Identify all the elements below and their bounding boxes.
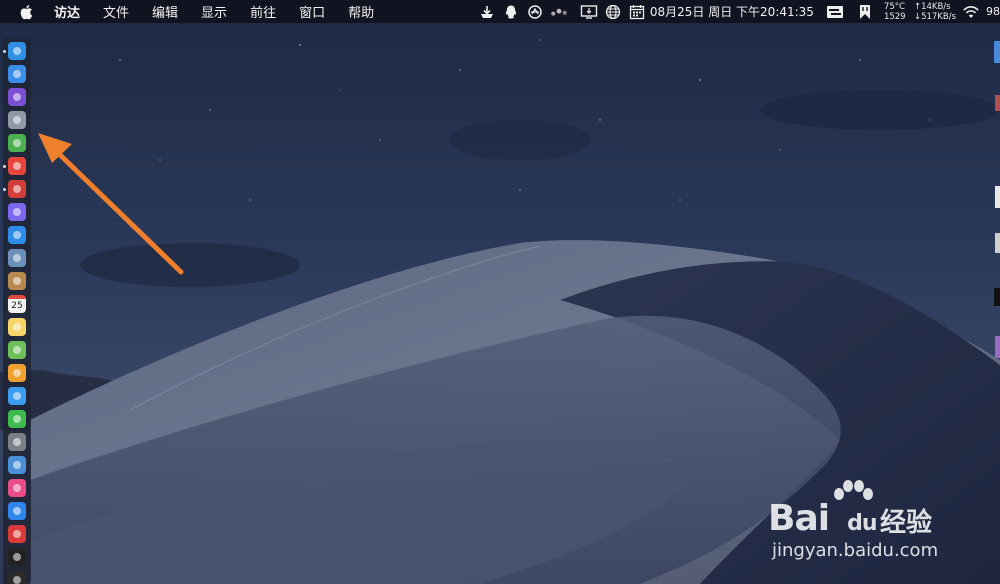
watermark-brand: Bai du bbox=[768, 498, 878, 539]
notes-icon[interactable] bbox=[8, 318, 26, 336]
app-store-icon[interactable] bbox=[8, 65, 26, 83]
running-indicator bbox=[3, 188, 6, 191]
download-speed: ↓517KB/s bbox=[913, 11, 956, 22]
dock: 25 bbox=[3, 38, 31, 584]
messages-icon-glyph bbox=[13, 392, 21, 400]
photos-icon-glyph bbox=[13, 369, 21, 377]
wifi-icon[interactable] bbox=[962, 3, 980, 21]
menu-view[interactable]: 显示 bbox=[201, 2, 227, 21]
system-preferences-icon-glyph bbox=[13, 438, 21, 446]
finder-icon[interactable] bbox=[8, 42, 26, 60]
sync-icon[interactable] bbox=[526, 3, 544, 21]
terminal-icon[interactable] bbox=[8, 548, 26, 566]
maps-icon-glyph bbox=[13, 346, 21, 354]
qq-icon[interactable] bbox=[502, 3, 520, 21]
watermark-brand-bai: Bai bbox=[768, 498, 830, 539]
keynote-icon[interactable] bbox=[8, 456, 26, 474]
fan-speed: 1529 bbox=[883, 11, 906, 22]
running-indicator bbox=[3, 50, 6, 53]
messages-icon[interactable] bbox=[8, 387, 26, 405]
siri-icon[interactable] bbox=[8, 88, 26, 106]
terminal-icon-glyph bbox=[13, 553, 21, 561]
itunes-icon-glyph bbox=[13, 484, 21, 492]
upload-speed: ↑14KB/s bbox=[913, 1, 951, 12]
dots-icon[interactable] bbox=[550, 3, 568, 21]
battery-percent[interactable]: 98 bbox=[986, 5, 1000, 18]
photos-icon[interactable] bbox=[8, 364, 26, 382]
notes-icon-glyph bbox=[13, 323, 21, 331]
menu-edit[interactable]: 编辑 bbox=[152, 2, 178, 21]
system-preferences-icon[interactable] bbox=[8, 433, 26, 451]
app-store-icon-glyph bbox=[13, 70, 21, 78]
calendar-icon[interactable]: 25 bbox=[8, 295, 26, 313]
menu-app-name[interactable]: 访达 bbox=[54, 2, 80, 21]
notification-icon[interactable] bbox=[580, 3, 598, 21]
download-icon[interactable] bbox=[478, 3, 496, 21]
tower-icon-glyph bbox=[13, 185, 21, 193]
vivaldi-icon-glyph bbox=[13, 530, 21, 538]
globe-icon[interactable] bbox=[604, 3, 622, 21]
watermark-cn: 经验 bbox=[880, 508, 933, 538]
watermark-url: jingyan.baidu.com bbox=[772, 540, 939, 561]
calculator-icon-glyph bbox=[13, 208, 21, 216]
facetime-icon[interactable] bbox=[8, 410, 26, 428]
maps-icon[interactable] bbox=[8, 341, 26, 359]
chrome-icon[interactable] bbox=[8, 157, 26, 175]
tower-icon[interactable] bbox=[8, 180, 26, 198]
activity-monitor-icon[interactable] bbox=[8, 571, 26, 584]
keynote-icon-glyph bbox=[13, 461, 21, 469]
calendar-date-label: 25 bbox=[11, 301, 23, 311]
app-store-icon-2-glyph bbox=[13, 507, 21, 515]
android-studio-icon-glyph bbox=[13, 139, 21, 147]
preview-icon[interactable] bbox=[8, 249, 26, 267]
safari-icon[interactable] bbox=[8, 226, 26, 244]
android-studio-icon[interactable] bbox=[8, 134, 26, 152]
desktop: 访达 文件 编辑 显示 前往 窗口 帮助 08月25日 周日 下午20:41:3… bbox=[0, 0, 1000, 584]
menu-bar: 访达 文件 编辑 显示 前往 窗口 帮助 08月25日 周日 下午20:41:3… bbox=[0, 0, 1000, 23]
calculator-icon[interactable] bbox=[8, 203, 26, 221]
watermark-brand-du: du bbox=[847, 511, 877, 536]
bookmark-icon[interactable] bbox=[856, 3, 874, 21]
itunes-icon[interactable] bbox=[8, 479, 26, 497]
contacts-icon[interactable] bbox=[8, 272, 26, 290]
menu-go[interactable]: 前往 bbox=[250, 2, 276, 21]
launchpad-icon-glyph bbox=[13, 116, 21, 124]
menu-window[interactable]: 窗口 bbox=[299, 2, 325, 21]
running-indicator bbox=[3, 165, 6, 168]
finder-icon-glyph bbox=[13, 47, 21, 55]
system-stats[interactable]: 75°C ↑14KB/s 1529 ↓517KB/s bbox=[884, 2, 956, 22]
status-area: 08月25日 周日 下午20:41:35 75°C ↑14KB/s 1529 ↓51… bbox=[472, 0, 1000, 23]
contacts-icon-glyph bbox=[13, 277, 21, 285]
menu-help[interactable]: 帮助 bbox=[348, 2, 374, 21]
activity-monitor-icon-glyph bbox=[13, 576, 21, 584]
cpu-temp: 75°C bbox=[883, 1, 905, 12]
chrome-icon-glyph bbox=[13, 162, 21, 170]
app-store-icon-2[interactable] bbox=[8, 502, 26, 520]
baidu-watermark: Bai du 经验 jingyan.baidu.com bbox=[768, 480, 948, 570]
menu-clock[interactable]: 08月25日 周日 下午20:41:35 bbox=[650, 3, 814, 20]
launchpad-icon[interactable] bbox=[8, 111, 26, 129]
display-icon[interactable] bbox=[826, 3, 844, 21]
siri-icon-glyph bbox=[13, 93, 21, 101]
apple-menu-icon[interactable] bbox=[19, 4, 33, 20]
menu-file[interactable]: 文件 bbox=[103, 2, 129, 21]
calendar-icon[interactable] bbox=[628, 3, 646, 21]
preview-icon-glyph bbox=[13, 254, 21, 262]
vivaldi-icon[interactable] bbox=[8, 525, 26, 543]
facetime-icon-glyph bbox=[13, 415, 21, 423]
desktop-edge-icons bbox=[994, 41, 1000, 358]
safari-icon-glyph bbox=[13, 231, 21, 239]
